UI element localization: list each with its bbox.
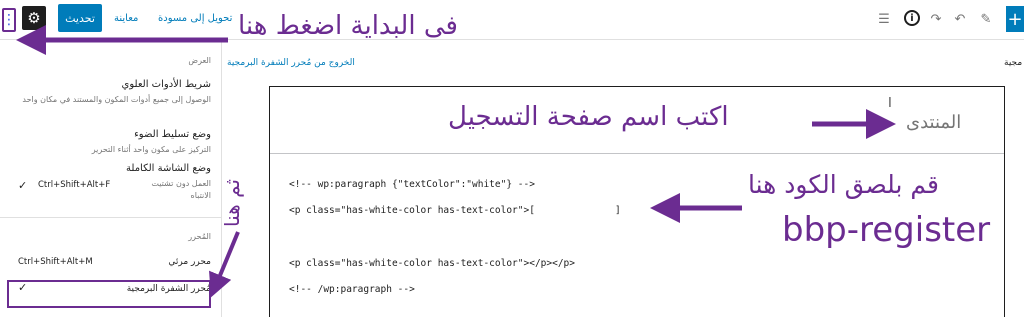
fullscreen-option-desc: العمل دون تشتيت الانتباه <box>151 179 211 200</box>
spotlight-option-desc: التركيز على مكون واحد أثناء التحرير <box>91 145 211 154</box>
update-button[interactable]: تحديث <box>58 4 102 32</box>
code-line[interactable]: <!-- wp:paragraph {"textColor":"white"} … <box>289 179 535 190</box>
fullscreen-shortcut: Ctrl+Shift+Alt+F <box>38 180 111 190</box>
breadcrumb-fragment: مجية <box>1004 58 1023 68</box>
annotation-write-title: اكتب اسم صفحة التسجيل <box>448 102 729 132</box>
code-line[interactable]: <p class="has-white-color has-text-color… <box>289 205 621 216</box>
pencil-icon[interactable]: ✎ <box>978 10 994 28</box>
undo-icon[interactable]: ↶ <box>952 10 968 28</box>
more-vertical-icon[interactable]: ⋮ <box>2 8 16 32</box>
page-title-input[interactable]: المنتدى <box>906 112 961 133</box>
check-icon: ✓ <box>18 179 28 192</box>
title-separator <box>270 153 1004 154</box>
annotation-shortcode: bbp-register <box>782 210 991 250</box>
editor-heading: المُحرر <box>188 232 211 241</box>
options-menu: العرض شريط الأدوات العلوي الوصول إلى جمي… <box>0 41 222 317</box>
redo-icon[interactable]: ↷ <box>928 10 944 28</box>
preview-button[interactable]: معاينة <box>114 13 138 24</box>
list-view-icon[interactable]: ☰ <box>876 10 892 28</box>
gear-icon[interactable]: ⚙ <box>22 6 46 30</box>
top-toolbar-option-title[interactable]: شريط الأدوات العلوي <box>122 79 211 90</box>
plus-icon[interactable]: + <box>1006 6 1024 32</box>
code-line[interactable]: <!-- /wp:paragraph --> <box>289 284 415 295</box>
info-icon[interactable]: i <box>904 10 920 26</box>
text-cursor-icon: I <box>888 96 892 111</box>
menu-divider <box>0 217 222 218</box>
annotation-paste-code: قم بلصق الكود هنا <box>748 170 939 199</box>
spotlight-option-title[interactable]: وضع تسليط الضوء <box>134 129 211 140</box>
exit-code-editor-link[interactable]: الخروج من مُحرر الشفرة البرمجية <box>227 58 355 68</box>
annotation-first-click: فى البداية اضغط هنا <box>238 11 458 41</box>
visual-editor-shortcut: Ctrl+Shift+Alt+M <box>18 257 93 267</box>
view-heading: العرض <box>188 56 211 65</box>
editor-top-toolbar: ⋮ ⚙ تحديث معاينة تحويل إلى مسودة ☰ i ↷ ↶… <box>0 0 1024 40</box>
code-line[interactable]: <p class="has-white-color has-text-color… <box>289 258 575 269</box>
top-toolbar-option-desc: الوصول إلى جميع أدوات المكون والمستند في… <box>22 95 211 104</box>
code-editor-highlight-box <box>7 280 211 308</box>
switch-to-draft-button[interactable]: تحويل إلى مسودة <box>158 13 232 24</box>
fullscreen-option-title[interactable]: وضع الشاشة الكاملة <box>126 163 211 174</box>
annotation-then-here: ثم هنا <box>219 179 244 227</box>
visual-editor-option[interactable]: محرر مرئي <box>168 257 211 267</box>
